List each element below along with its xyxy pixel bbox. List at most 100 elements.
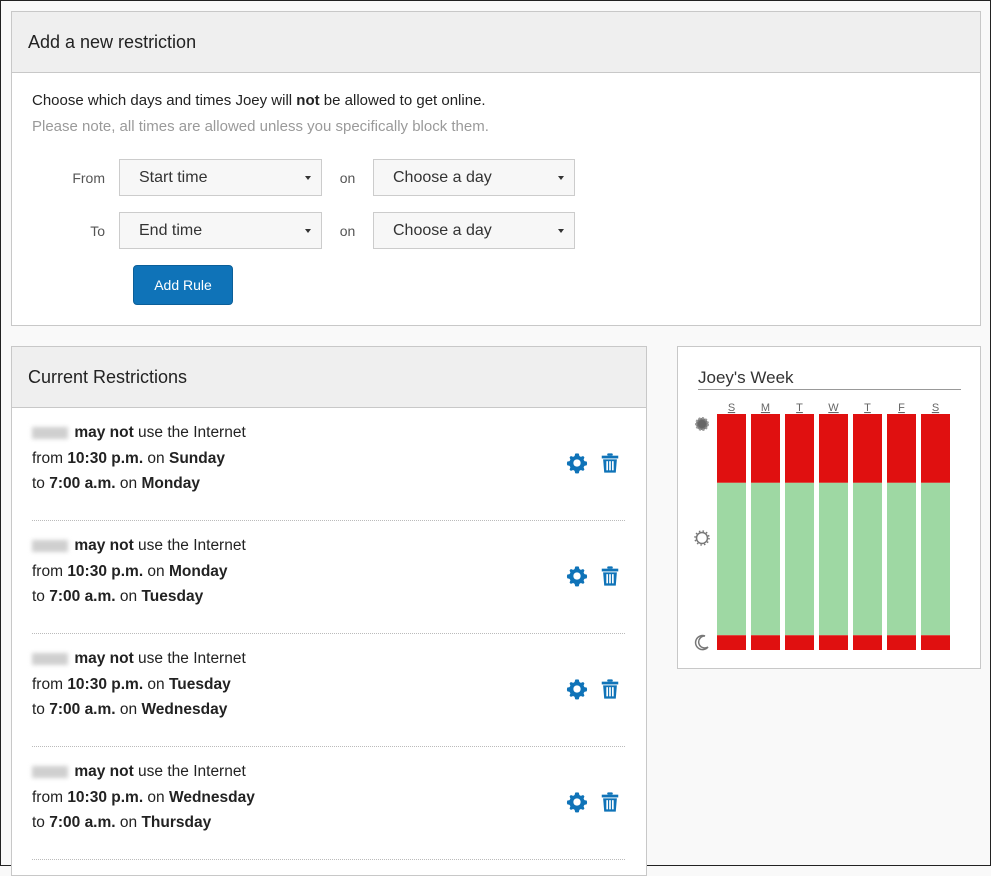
allowed-segment	[887, 482, 916, 636]
from-label: From	[72, 169, 105, 186]
intro-suffix: be allowed to get online.	[319, 92, 486, 109]
moon-icon	[694, 634, 709, 651]
verb-bold: may not	[74, 650, 134, 667]
add-restriction-panel: Add a new restriction Choose which days …	[11, 11, 981, 326]
blurred-user-name: Joey	[32, 539, 68, 552]
restriction-line-3: to 7:00 a.m. on Tuesday	[32, 584, 246, 610]
blocked-segment	[921, 635, 950, 650]
from-day: Monday	[168, 562, 228, 580]
blocked-segment	[751, 635, 780, 650]
to-time: 7:00 a.m.	[49, 475, 116, 492]
blocked-segment	[853, 635, 882, 650]
on-word: on	[115, 588, 142, 605]
on-word: on	[143, 675, 169, 693]
add-rule-button[interactable]: Add Rule	[133, 265, 233, 305]
week-chart: SMTWTFS	[694, 402, 950, 651]
blocked-segment	[785, 635, 814, 650]
from-time: 10:30 p.m.	[67, 788, 144, 806]
intro-text: Choose which days and times Joey will no…	[32, 92, 486, 109]
to-word: to	[32, 814, 50, 831]
on-word: on	[143, 562, 169, 580]
blurred-user-name: Joey	[32, 426, 68, 439]
intro-bold: not	[296, 92, 320, 109]
on-word: on	[143, 449, 169, 467]
restriction-line-3: to 7:00 a.m. on Wednesday	[32, 697, 246, 723]
restriction-line-2: from 10:30 p.m. on Tuesday	[32, 672, 246, 698]
intro-prefix: Choose which days and times Joey will	[32, 92, 297, 109]
restriction-line-3: to 7:00 a.m. on Monday	[32, 471, 246, 497]
restriction-item: Joey may not use the Internetfrom 10:30 …	[32, 747, 625, 860]
start-day-select[interactable]: Choose a day	[373, 159, 575, 196]
end-time-select[interactable]: End time	[119, 212, 322, 249]
verb-rest: use the Internet	[133, 537, 246, 554]
blocked-segment	[853, 414, 882, 483]
sun-icon	[694, 530, 710, 546]
restriction-text: Joey may not use the Internetfrom 10:30 …	[32, 420, 246, 497]
blocked-segment	[819, 414, 848, 483]
restriction-line-1: Joey may not use the Internet	[32, 759, 255, 785]
blocked-segment	[819, 635, 848, 650]
gear-icon[interactable]	[566, 452, 588, 474]
to-word: to	[32, 588, 50, 605]
allowed-segment	[717, 482, 746, 636]
to-word: to	[32, 475, 50, 492]
on-word: on	[115, 701, 142, 718]
from-time: 10:30 p.m.	[67, 675, 144, 693]
day-label: M	[761, 402, 770, 414]
gear-icon[interactable]	[566, 791, 588, 813]
from-time: 10:30 p.m.	[67, 449, 144, 467]
on-word: on	[115, 475, 142, 492]
to-day: Thursday	[141, 814, 212, 831]
blurred-user-name: Joey	[32, 652, 68, 665]
restriction-line-1: Joey may not use the Internet	[32, 533, 246, 559]
start-time-select[interactable]: Start time	[119, 159, 322, 196]
end-day-value: Choose a day	[393, 221, 492, 239]
trash-icon[interactable]	[599, 791, 621, 813]
to-day: Tuesday	[141, 588, 204, 605]
verb-rest: use the Internet	[133, 650, 246, 667]
verb-bold: may not	[74, 424, 134, 441]
verb-bold: may not	[74, 537, 134, 554]
restriction-line-2: from 10:30 p.m. on Monday	[32, 559, 246, 585]
blocked-segment	[921, 414, 950, 483]
end-day-select[interactable]: Choose a day	[373, 212, 575, 249]
from-day: Wednesday	[168, 788, 255, 806]
trash-icon[interactable]	[599, 565, 621, 587]
start-day-value: Choose a day	[393, 168, 492, 186]
to-time: 7:00 a.m.	[49, 814, 116, 831]
add-restriction-header: Add a new restriction	[12, 12, 980, 73]
trash-icon[interactable]	[599, 452, 621, 474]
verb-rest: use the Internet	[133, 424, 246, 441]
to-word: to	[32, 701, 50, 718]
restriction-line-3: to 7:00 a.m. on Thursday	[32, 810, 255, 836]
midnight-icon	[695, 417, 709, 431]
verb-bold: may not	[74, 763, 134, 780]
restriction-line-2: from 10:30 p.m. on Wednesday	[32, 785, 255, 811]
from-word: from	[32, 788, 68, 806]
to-time: 7:00 a.m.	[49, 588, 116, 605]
restriction-line-1: Joey may not use the Internet	[32, 646, 246, 672]
from-row: From Start time on Choose a day	[12, 159, 575, 196]
day-label: S	[728, 402, 735, 414]
current-restrictions-title: Current Restrictions	[28, 366, 188, 387]
week-panel: Joey's Week SMTWTFS	[677, 346, 981, 669]
end-time-value: End time	[139, 221, 203, 239]
on-word: on	[143, 788, 169, 806]
trash-icon[interactable]	[599, 678, 621, 700]
gear-icon[interactable]	[566, 678, 588, 700]
caret-down-icon	[305, 228, 311, 233]
verb-rest: use the Internet	[133, 763, 246, 780]
gear-icon[interactable]	[566, 565, 588, 587]
day-label: W	[828, 402, 839, 414]
blocked-segment	[751, 414, 780, 483]
from-day: Sunday	[168, 449, 225, 467]
restriction-text: Joey may not use the Internetfrom 10:30 …	[32, 759, 255, 836]
current-restrictions-header: Current Restrictions	[12, 347, 646, 408]
to-label: To	[90, 222, 105, 239]
restriction-text: Joey may not use the Internetfrom 10:30 …	[32, 533, 246, 610]
allowed-segment	[819, 482, 848, 636]
on-label: on	[339, 169, 356, 186]
day-label: T	[796, 402, 803, 414]
blocked-segment	[887, 414, 916, 483]
blocked-segment	[717, 414, 746, 483]
